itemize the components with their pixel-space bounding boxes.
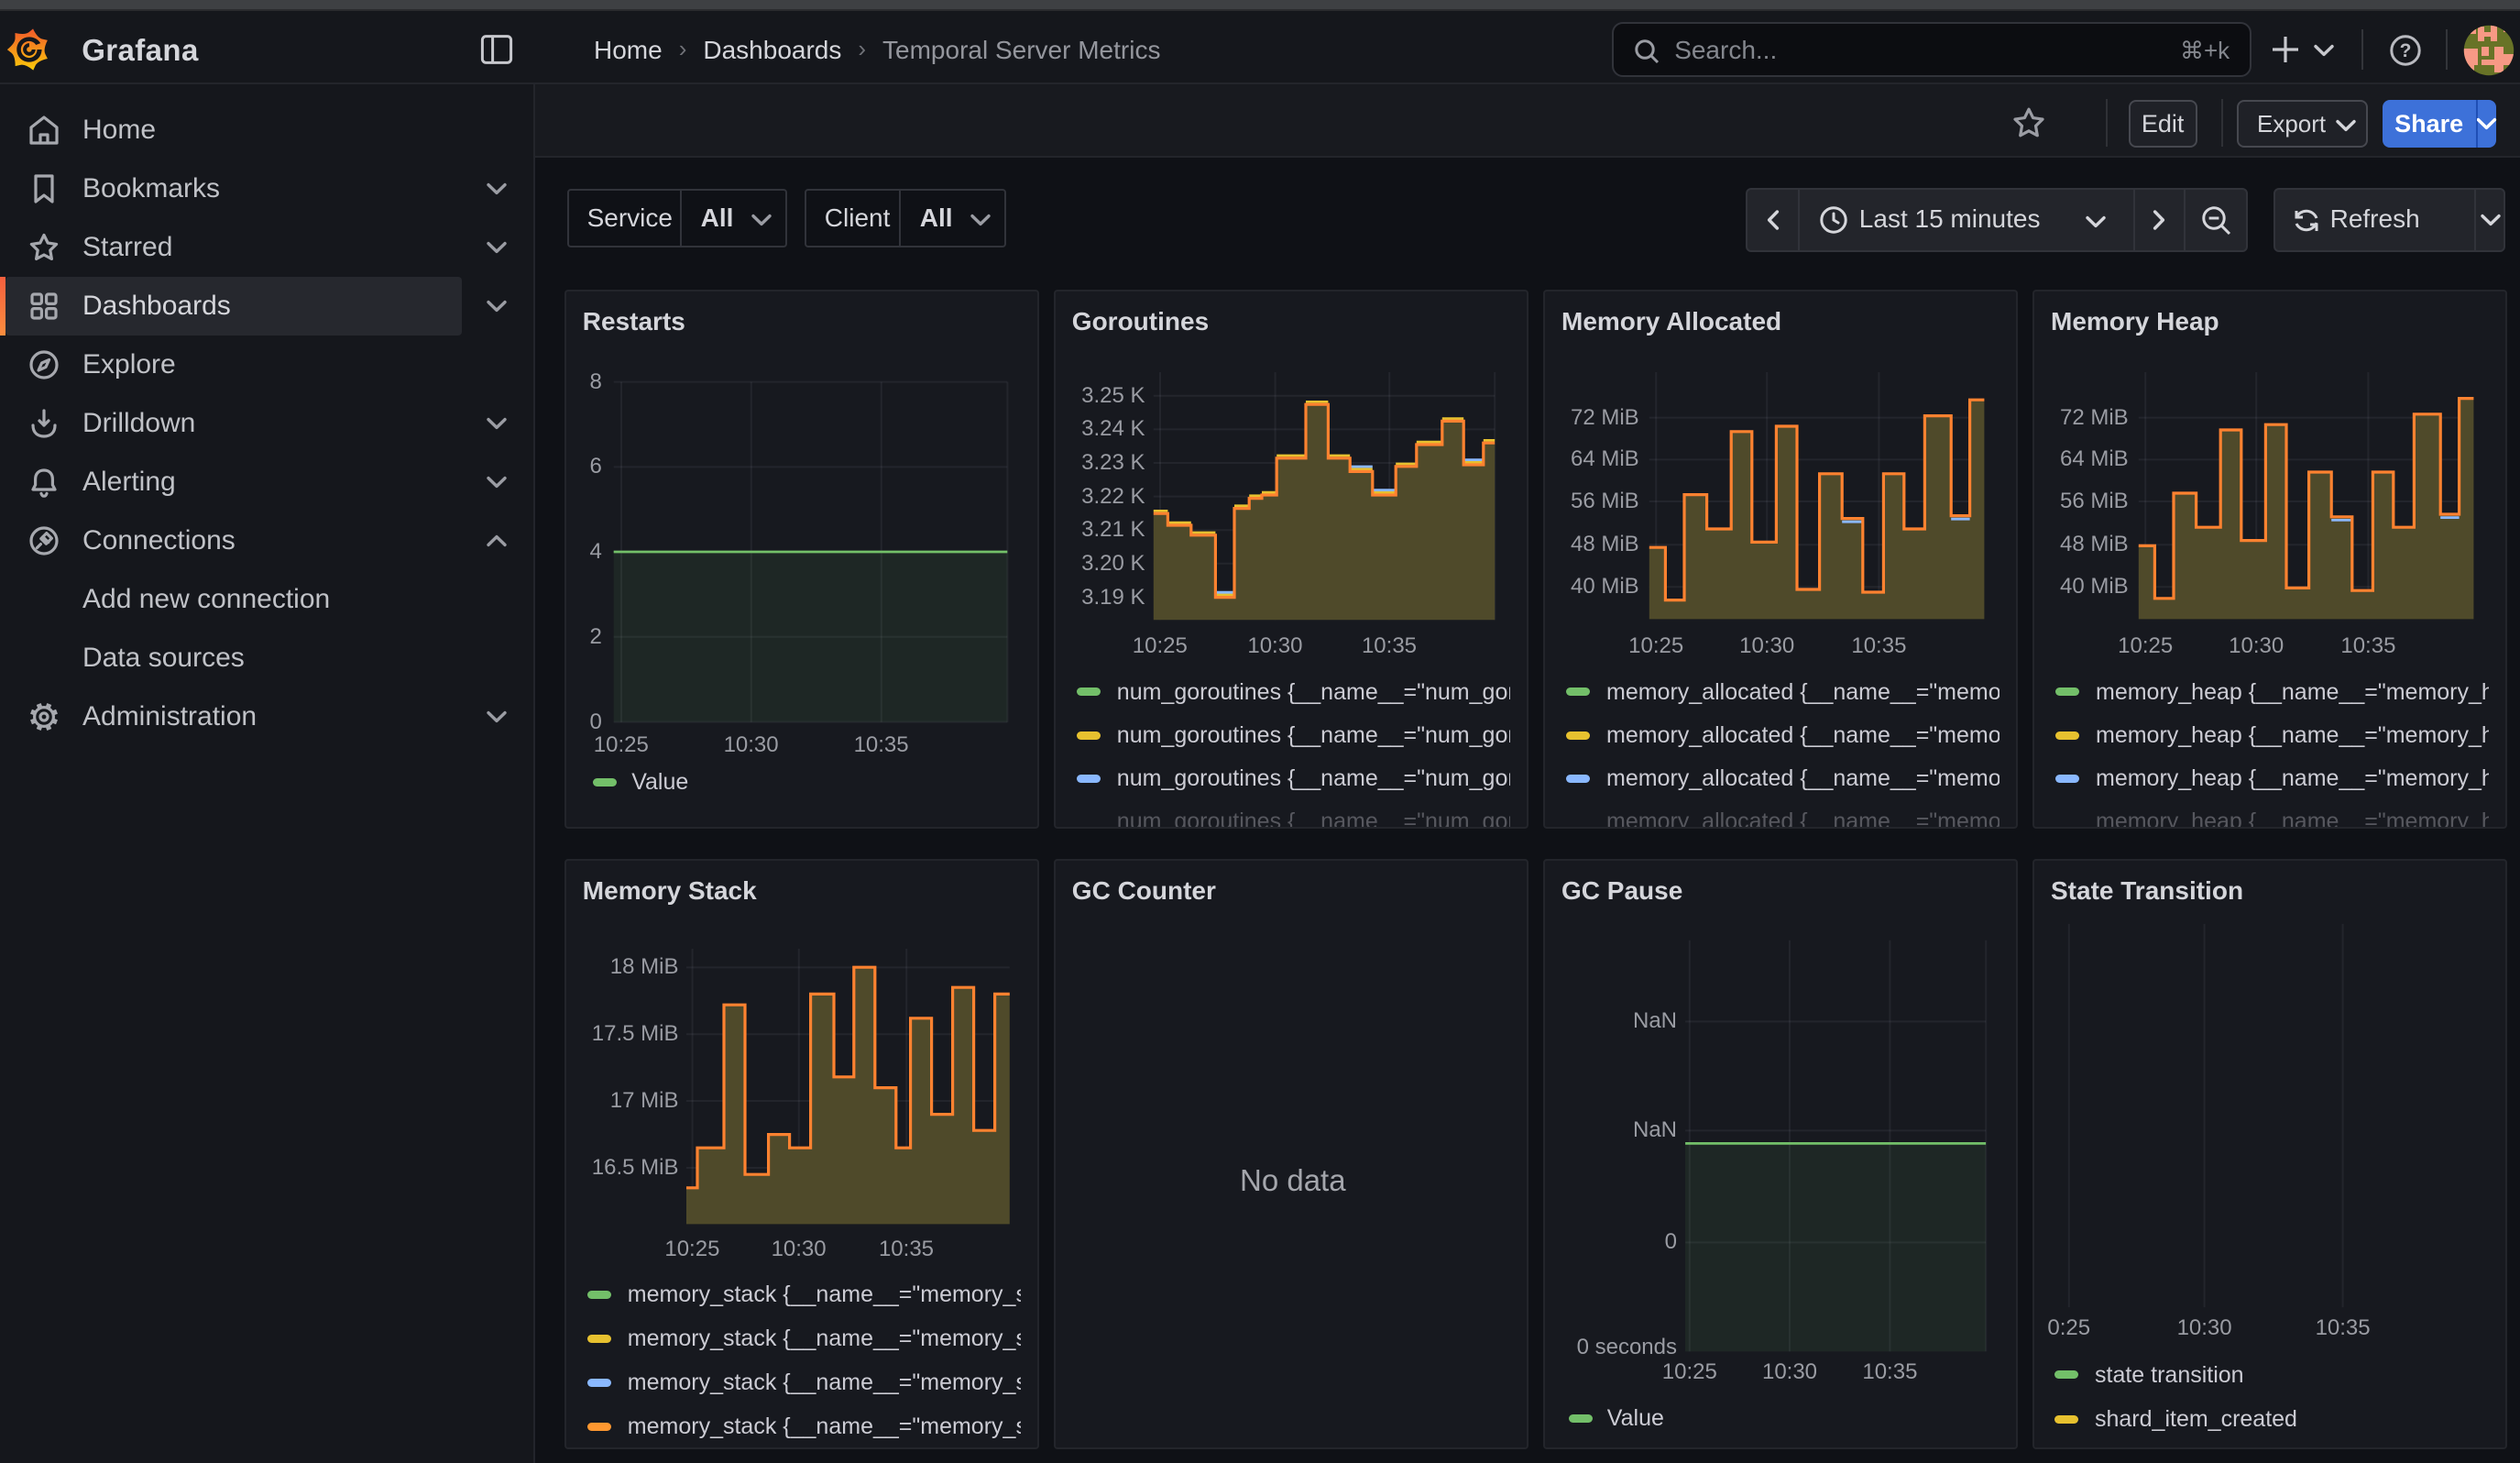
- svg-text:?: ?: [2400, 40, 2412, 61]
